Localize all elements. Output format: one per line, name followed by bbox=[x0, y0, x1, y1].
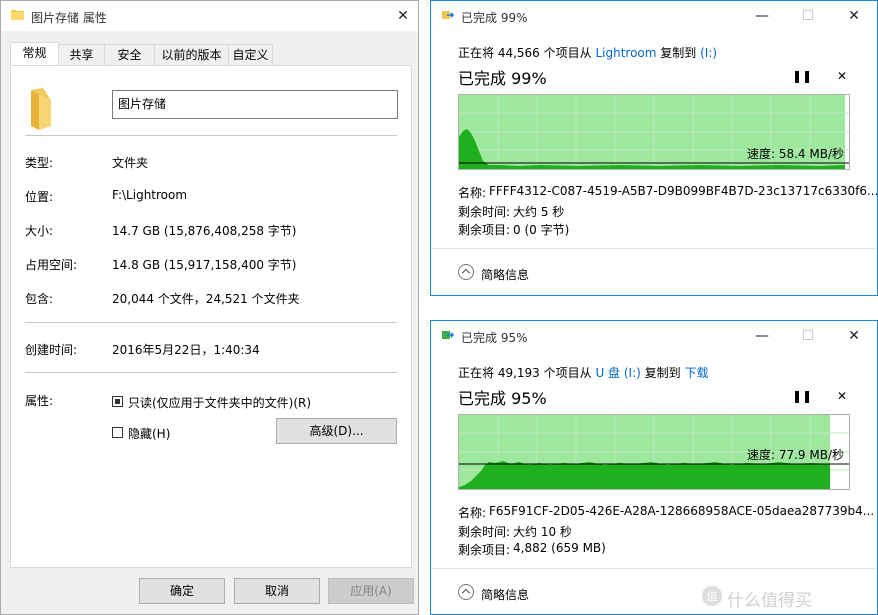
general-panel: 图片存储 类型: 文件夹 位置: F:\Lightroom 大小: 14.7 G… bbox=[10, 65, 412, 568]
watermark-text: 什么值得买 bbox=[727, 591, 812, 611]
stop-icon[interactable]: ✕ bbox=[837, 389, 847, 403]
divider bbox=[25, 322, 397, 323]
dest-link[interactable]: (I:) bbox=[700, 46, 717, 60]
readonly-label: 只读(仅应用于文件夹中的文件)(R) bbox=[128, 396, 312, 410]
location-label: 位置: bbox=[25, 190, 54, 204]
desc-prefix: 正在将 49,193 个项目从 bbox=[458, 366, 592, 380]
name-value: FFFF4312-C087-4519-A5B7-D9B099BF4B7D-23c… bbox=[489, 184, 878, 198]
copy-description: 正在将 44,566 个项目从 Lightroom 复制到 (I:) bbox=[458, 44, 717, 61]
copy-dialog-2: 已完成 95% — ☐ ✕ 正在将 49,193 个项目从 U 盘 (I:) 复… bbox=[430, 320, 878, 615]
name-label: 名称: bbox=[458, 186, 487, 200]
copy-description: 正在将 49,193 个项目从 U 盘 (I:) 复制到 下载 bbox=[458, 364, 709, 381]
folder-icon bbox=[11, 10, 24, 20]
size-label: 大小: bbox=[25, 224, 54, 238]
desc-mid: 复制到 bbox=[644, 366, 681, 380]
copy-titlebar: 已完成 99% — ☐ ✕ bbox=[431, 1, 877, 31]
watermark-icon: 值 bbox=[702, 586, 722, 606]
progress-status: 已完成 99% bbox=[458, 69, 547, 88]
source-link[interactable]: U 盘 (I:) bbox=[595, 366, 640, 380]
readonly-checkbox[interactable] bbox=[112, 396, 123, 407]
pause-icon[interactable]: ❚❚ bbox=[792, 389, 812, 403]
close-icon[interactable]: ✕ bbox=[831, 1, 877, 31]
time-left-value: 大约 10 秒 bbox=[513, 525, 572, 539]
tab-previous-versions[interactable]: 以前的版本 bbox=[154, 44, 229, 65]
copy-arrow-icon bbox=[442, 11, 455, 19]
progress-status: 已完成 95% bbox=[458, 389, 547, 408]
items-left-label: 剩余项目: bbox=[458, 223, 511, 237]
minimize-icon[interactable]: — bbox=[739, 321, 785, 351]
size-on-disk-value: 14.8 GB (15,917,158,400 字节) bbox=[112, 258, 297, 272]
hidden-checkbox[interactable] bbox=[112, 427, 123, 438]
advanced-button[interactable]: 高级(D)... bbox=[276, 418, 397, 444]
copy-dialog-1: 已完成 99% — ☐ ✕ 正在将 44,566 个项目从 Lightroom … bbox=[430, 0, 878, 296]
apply-button[interactable]: 应用(A) bbox=[328, 578, 414, 604]
watermark-logo: 值 什么值得买 bbox=[701, 583, 866, 611]
folder-large-icon bbox=[31, 88, 51, 130]
tab-customize[interactable]: 自定义 bbox=[228, 44, 273, 65]
items-left-value: 0 (0 字节) bbox=[513, 223, 570, 237]
stop-icon[interactable]: ✕ bbox=[837, 69, 847, 83]
properties-titlebar: 图片存储 属性 ✕ bbox=[1, 1, 418, 31]
copy-arrow-icon bbox=[442, 331, 455, 339]
speed-graph: 速度: 77.9 MB/秒 bbox=[458, 414, 850, 490]
attributes-label: 属性: bbox=[25, 394, 54, 408]
copy-title: 已完成 99% bbox=[461, 11, 528, 25]
created-value: 2016年5月22日，1:40:34 bbox=[112, 343, 260, 357]
divider bbox=[25, 372, 397, 373]
speed-readout: 速度: 58.4 MB/秒 bbox=[746, 147, 844, 161]
items-left-label: 剩余项目: bbox=[458, 543, 511, 557]
minimize-icon[interactable]: — bbox=[739, 1, 785, 31]
collapse-chevron-icon[interactable] bbox=[458, 584, 474, 600]
name-label: 名称: bbox=[458, 506, 487, 520]
graph-speed-area bbox=[459, 461, 830, 489]
desc-mid: 复制到 bbox=[660, 46, 697, 60]
copy-title: 已完成 95% bbox=[461, 331, 528, 345]
hidden-label: 隐藏(H) bbox=[128, 427, 171, 441]
tab-general[interactable]: 常规 bbox=[10, 42, 59, 66]
speed-graph: 速度: 58.4 MB/秒 bbox=[458, 94, 850, 170]
time-left-value: 大约 5 秒 bbox=[513, 205, 565, 219]
close-icon[interactable]: ✕ bbox=[388, 1, 418, 31]
pause-icon[interactable]: ❚❚ bbox=[792, 69, 812, 83]
source-link[interactable]: Lightroom bbox=[595, 46, 656, 60]
name-value: F65F91CF-2D05-426E-A28A-128668958ACE-05d… bbox=[489, 504, 875, 518]
time-left-label: 剩余时间: bbox=[458, 525, 511, 539]
fewer-details-button[interactable]: 简略信息 bbox=[481, 266, 529, 283]
type-value: 文件夹 bbox=[112, 156, 149, 170]
type-label: 类型: bbox=[25, 156, 54, 170]
tab-sharing[interactable]: 共享 bbox=[58, 44, 105, 65]
contains-label: 包含: bbox=[25, 292, 54, 306]
speed-readout: 速度: 77.9 MB/秒 bbox=[746, 448, 844, 462]
footer-divider bbox=[431, 248, 877, 249]
maximize-icon: ☐ bbox=[801, 8, 815, 24]
divider bbox=[25, 135, 397, 136]
ok-button[interactable]: 确定 bbox=[139, 578, 225, 604]
cancel-button[interactable]: 取消 bbox=[234, 578, 320, 604]
svg-text:值: 值 bbox=[707, 590, 718, 603]
collapse-chevron-icon[interactable] bbox=[458, 264, 474, 280]
tab-security[interactable]: 安全 bbox=[104, 44, 155, 65]
fewer-details-button[interactable]: 简略信息 bbox=[481, 586, 529, 603]
items-left-value: 4,882 (659 MB) bbox=[513, 541, 606, 555]
created-label: 创建时间: bbox=[25, 343, 78, 357]
close-icon[interactable]: ✕ bbox=[831, 321, 877, 351]
properties-window: 图片存储 属性 ✕ 常规 共享 安全 以前的版本 自定义 图片存储 类型: 文件… bbox=[0, 0, 419, 615]
maximize-icon: ☐ bbox=[801, 328, 815, 344]
desc-prefix: 正在将 44,566 个项目从 bbox=[458, 46, 592, 60]
size-on-disk-label: 占用空间: bbox=[25, 258, 78, 272]
footer-divider bbox=[431, 568, 877, 569]
time-left-label: 剩余时间: bbox=[458, 205, 511, 219]
copy-titlebar: 已完成 95% — ☐ ✕ bbox=[431, 321, 877, 351]
properties-title: 图片存储 属性 bbox=[31, 11, 107, 25]
location-value: F:\Lightroom bbox=[112, 188, 188, 202]
dest-link[interactable]: 下载 bbox=[684, 366, 708, 380]
folder-name-field[interactable]: 图片存储 bbox=[112, 90, 398, 119]
size-value: 14.7 GB (15,876,408,258 字节) bbox=[112, 224, 297, 238]
contains-value: 20,044 个文件，24,521 个文件夹 bbox=[112, 292, 300, 306]
